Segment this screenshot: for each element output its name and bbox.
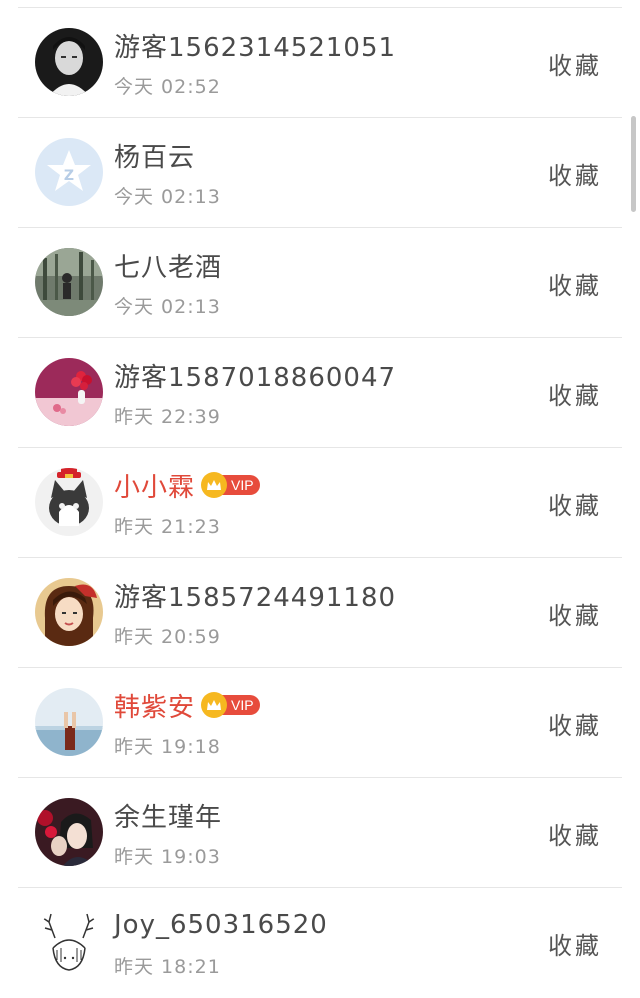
favorite-button[interactable]: 收藏	[548, 156, 602, 191]
username[interactable]: 游客1587018860047	[114, 357, 396, 394]
avatar[interactable]	[35, 468, 103, 536]
avatar[interactable]	[35, 28, 103, 96]
list-item[interactable]: 小小霖 VIP 昨天 21:23 收藏	[18, 448, 622, 558]
name-line: 游客1587018860047	[114, 357, 396, 394]
avatar[interactable]	[35, 578, 103, 646]
favorite-button[interactable]: 收藏	[548, 596, 602, 631]
favorite-button[interactable]: 收藏	[548, 926, 602, 961]
list-item[interactable]: 余生瑾年 昨天 19:03 收藏	[18, 778, 622, 888]
flower-vase-icon	[35, 358, 103, 426]
user-photo-icon	[35, 28, 103, 96]
username[interactable]: 游客1585724491180	[114, 577, 396, 614]
cat-icon	[35, 468, 103, 536]
visit-time: 今天 02:13	[114, 296, 221, 318]
default-star-icon: Z	[35, 138, 103, 206]
visit-time: 昨天 21:23	[114, 516, 221, 538]
avatar[interactable]	[35, 248, 103, 316]
list-item[interactable]: 游客1585724491180 昨天 20:59 收藏	[18, 558, 622, 668]
username[interactable]: 杨百云	[114, 137, 195, 174]
name-line: 韩紫安 VIP	[114, 687, 260, 724]
visit-time: 昨天 19:18	[114, 736, 221, 758]
avatar[interactable]	[35, 688, 103, 756]
crown-icon	[201, 472, 228, 498]
visit-time: 昨天 19:03	[114, 846, 221, 868]
username[interactable]: 游客1562314521051	[114, 27, 396, 64]
list-item[interactable]: Z 杨百云 今天 02:13 收藏	[18, 118, 622, 228]
name-line: Joy_650316520	[114, 908, 328, 942]
vip-badge: VIP	[201, 692, 260, 718]
name-line: 余生瑾年	[114, 797, 222, 834]
favorite-button[interactable]: 收藏	[548, 706, 602, 741]
favorite-button[interactable]: 收藏	[548, 46, 602, 81]
svg-text:Z: Z	[64, 168, 74, 184]
sketch-antlers-icon	[35, 908, 103, 976]
username[interactable]: 余生瑾年	[114, 797, 222, 834]
list-item[interactable]: 韩紫安 VIP 昨天 19:18 收藏	[18, 668, 622, 778]
user-photo-icon	[35, 798, 103, 866]
crown-icon	[201, 692, 228, 718]
name-line: 七八老酒	[114, 247, 222, 284]
name-line: 杨百云	[114, 137, 195, 174]
visit-time: 昨天 22:39	[114, 406, 221, 428]
avatar[interactable]	[35, 908, 103, 976]
visit-time: 昨天 18:21	[114, 956, 221, 978]
name-line: 游客1562314521051	[114, 27, 396, 64]
list-item[interactable]: 游客1562314521051 今天 02:52 收藏	[18, 8, 622, 118]
name-line: 小小霖 VIP	[114, 467, 260, 504]
user-photo-icon	[35, 248, 103, 316]
visitor-list: 游客1562314521051 今天 02:52 收藏 Z 杨百云 今天 02:…	[18, 7, 622, 998]
favorite-button[interactable]: 收藏	[548, 816, 602, 851]
favorite-button[interactable]: 收藏	[548, 486, 602, 521]
username[interactable]: Joy_650316520	[114, 910, 328, 940]
user-photo-icon	[35, 578, 103, 646]
username[interactable]: 韩紫安	[114, 687, 195, 724]
scrollbar[interactable]	[631, 116, 636, 212]
avatar[interactable]: Z	[35, 138, 103, 206]
name-line: 游客1585724491180	[114, 577, 396, 614]
avatar[interactable]	[35, 798, 103, 866]
list-item[interactable]: 七八老酒 今天 02:13 收藏	[18, 228, 622, 338]
visit-time: 今天 02:13	[114, 186, 221, 208]
visit-time: 今天 02:52	[114, 76, 221, 98]
favorite-button[interactable]: 收藏	[548, 376, 602, 411]
favorite-button[interactable]: 收藏	[548, 266, 602, 301]
visit-time: 昨天 20:59	[114, 626, 221, 648]
list-item[interactable]: 游客1587018860047 昨天 22:39 收藏	[18, 338, 622, 448]
username[interactable]: 小小霖	[114, 467, 195, 504]
avatar[interactable]	[35, 358, 103, 426]
vip-badge: VIP	[201, 472, 260, 498]
username[interactable]: 七八老酒	[114, 247, 222, 284]
list-item[interactable]: Joy_650316520 昨天 18:21 收藏	[18, 888, 622, 998]
beach-icon	[35, 688, 103, 756]
